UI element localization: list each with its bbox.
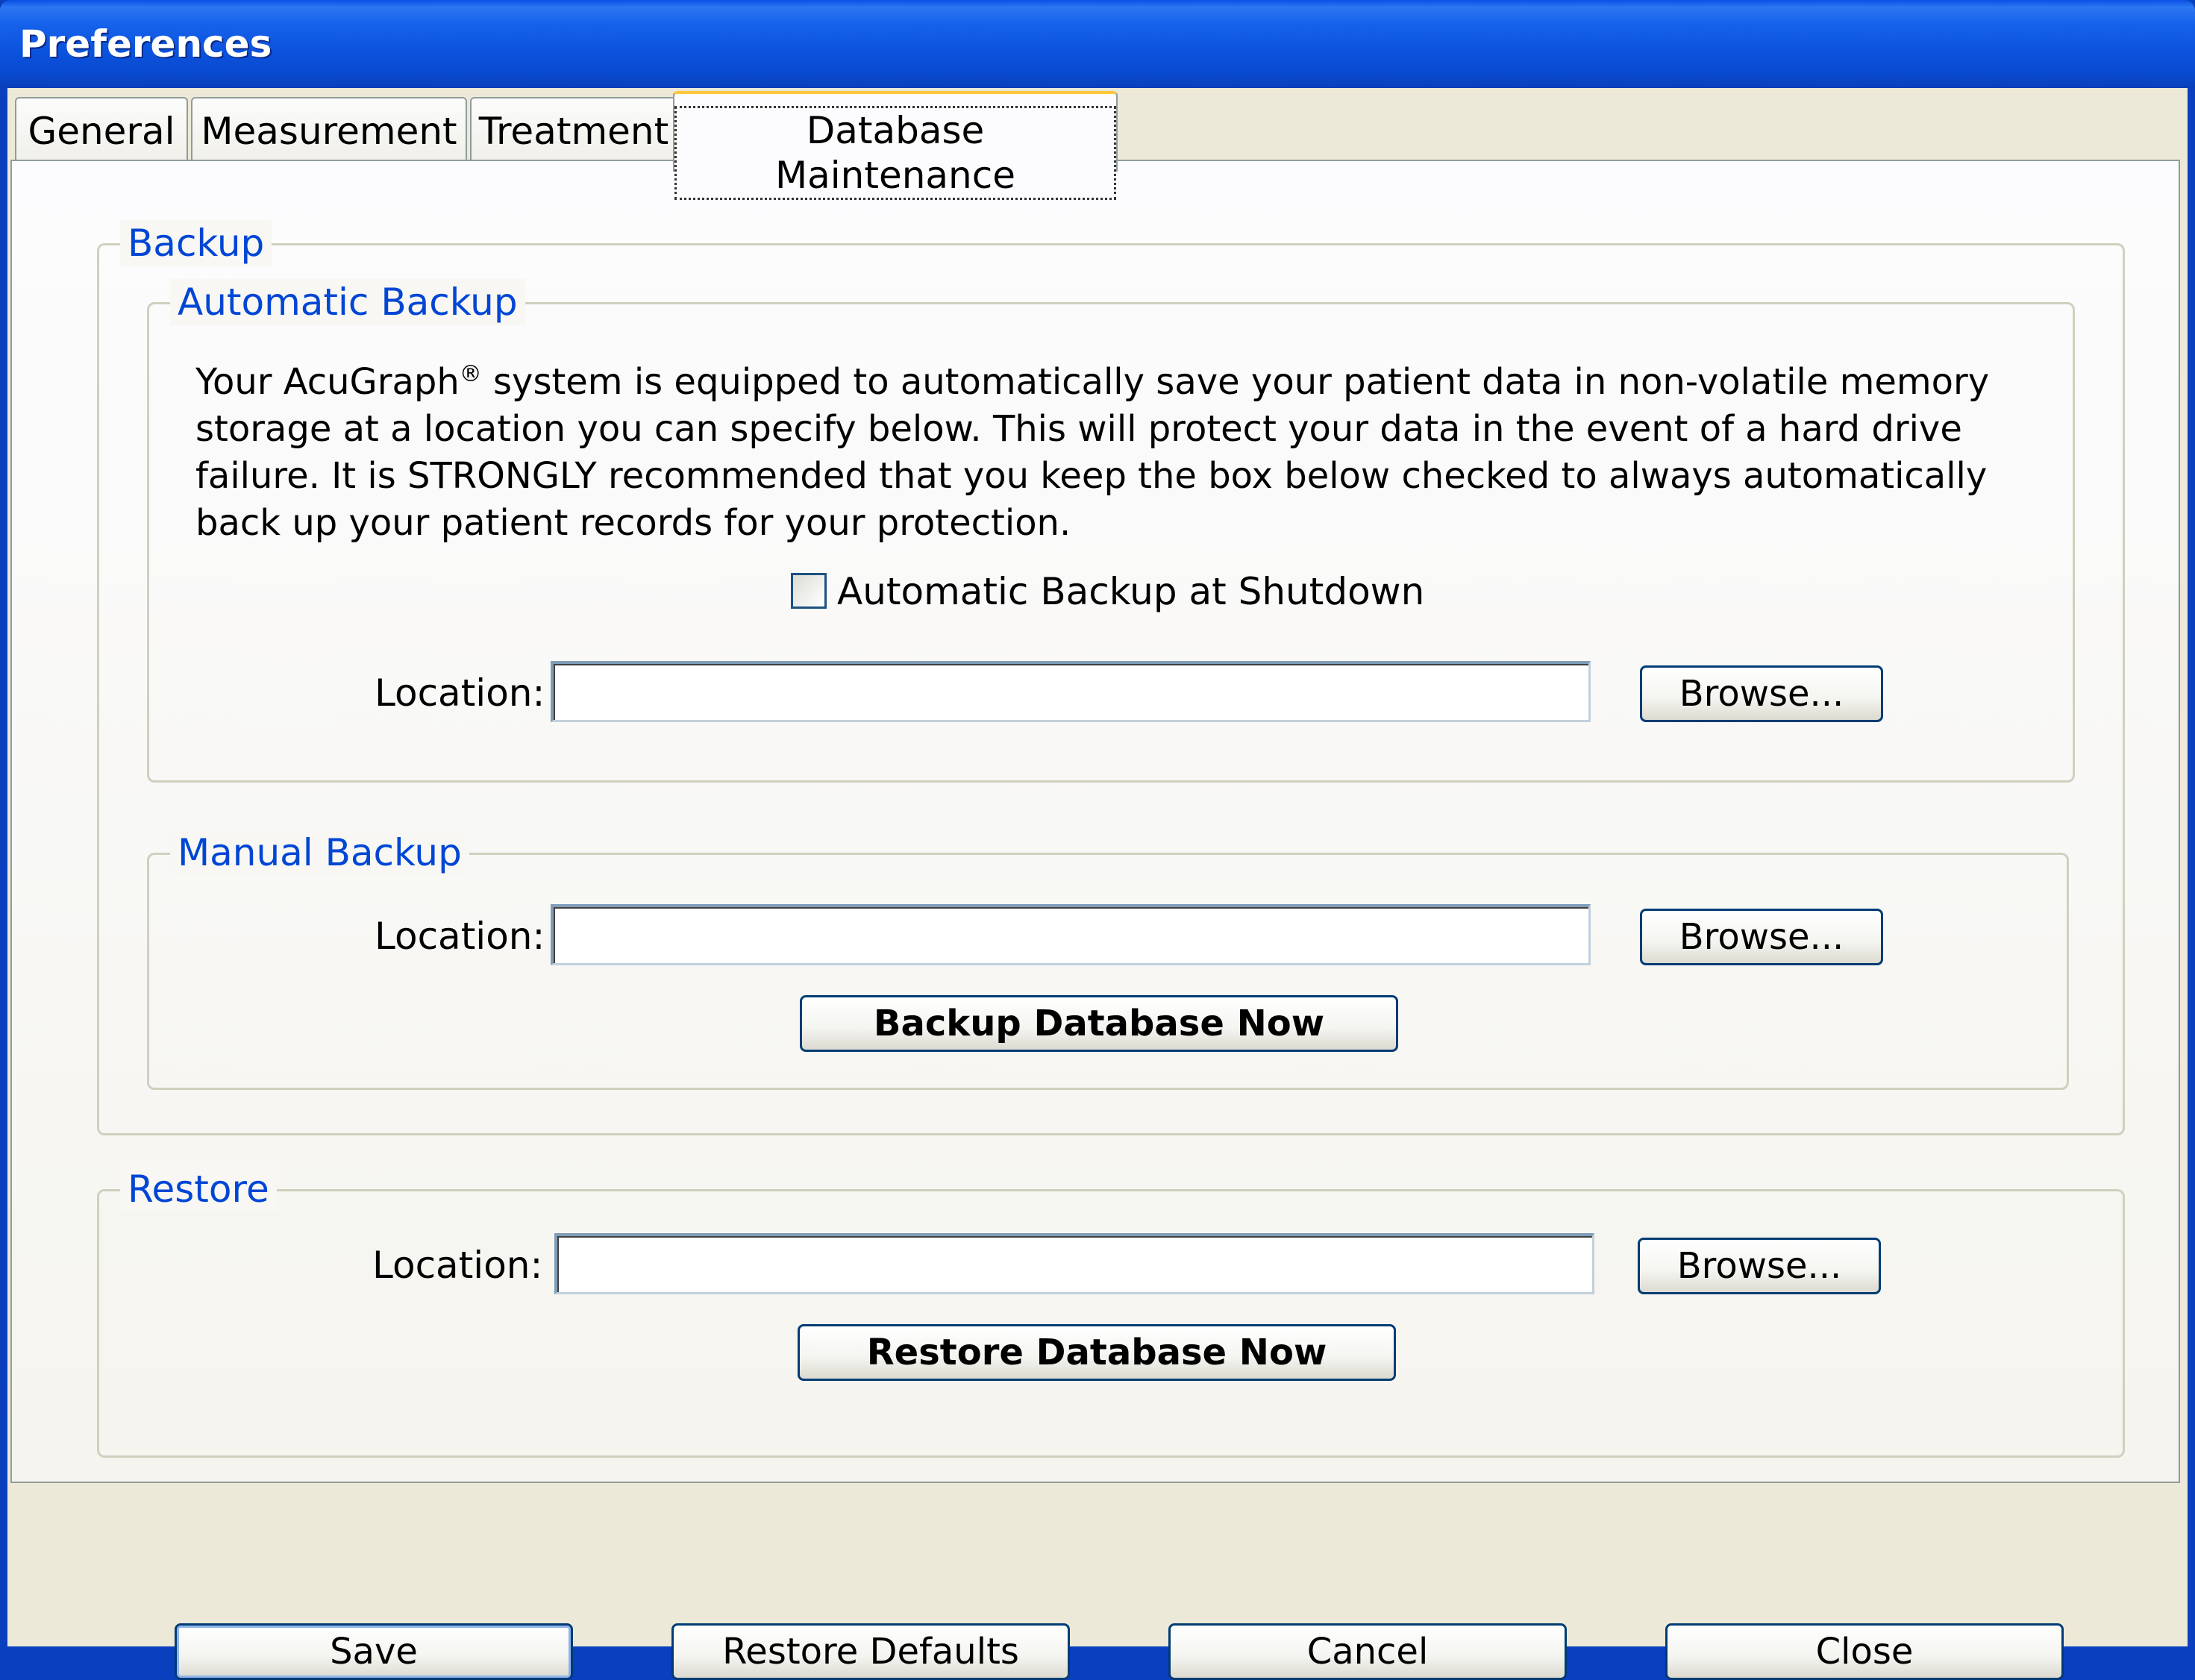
registered-mark: ®: [459, 361, 482, 387]
database-maintenance-panel: Backup Automatic Backup Your AcuGraph® s…: [10, 160, 2180, 1483]
save-button[interactable]: Save: [175, 1623, 573, 1680]
manual-backup-location-input[interactable]: [551, 904, 1591, 965]
manual-backup-group: Manual Backup Location: Browse... Backup…: [147, 830, 2069, 1090]
tab-measurement[interactable]: Measurement: [191, 97, 467, 164]
automatic-backup-title: Automatic Backup: [170, 279, 525, 325]
restore-group-title: Restore: [120, 1166, 277, 1212]
close-button[interactable]: Close: [1665, 1623, 2064, 1680]
restore-defaults-button[interactable]: Restore Defaults: [671, 1623, 1070, 1680]
auto-backup-browse-button[interactable]: Browse...: [1640, 665, 1883, 722]
manual-backup-location-label: Location:: [375, 915, 545, 958]
tab-treatment[interactable]: Treatment: [470, 97, 677, 164]
auto-backup-checkbox[interactable]: [791, 573, 827, 609]
restore-location-input[interactable]: [554, 1233, 1594, 1294]
backup-group: Backup Automatic Backup Your AcuGraph® s…: [97, 220, 2125, 1135]
auto-backup-location-label: Location:: [375, 671, 545, 715]
description-text-start: Your AcuGraph: [195, 361, 460, 403]
tab-measurement-label: Measurement: [201, 110, 457, 153]
tab-general[interactable]: General: [15, 97, 188, 164]
restore-location-label: Location:: [372, 1244, 543, 1287]
tab-database-maintenance-label: Database Maintenance: [674, 106, 1116, 200]
automatic-backup-group: Automatic Backup Your AcuGraph® system i…: [147, 279, 2075, 783]
dialog-body: General Measurement Treatment Database M…: [7, 88, 2188, 1680]
title-bar[interactable]: Preferences: [0, 0, 2195, 88]
tab-general-label: General: [28, 110, 175, 153]
backup-database-now-button[interactable]: Backup Database Now: [800, 995, 1398, 1052]
auto-backup-location-input[interactable]: [551, 661, 1591, 722]
restore-group: Restore Location: Browse... Restore Data…: [97, 1166, 2125, 1458]
preferences-window: Preferences General Measurement Treatmen…: [0, 0, 2195, 1680]
tab-database-maintenance[interactable]: Database Maintenance: [673, 91, 1118, 200]
restore-database-now-button[interactable]: Restore Database Now: [798, 1324, 1396, 1381]
restore-browse-button[interactable]: Browse...: [1638, 1238, 1881, 1294]
manual-backup-browse-button[interactable]: Browse...: [1640, 909, 1883, 965]
dialog-footer: Save Restore Defaults Cancel Close: [7, 1483, 2188, 1680]
cancel-button[interactable]: Cancel: [1168, 1623, 1567, 1680]
tab-treatment-label: Treatment: [478, 110, 669, 153]
description-text-rest: system is equipped to automatically save…: [195, 361, 1990, 544]
auto-backup-checkbox-label: Automatic Backup at Shutdown: [837, 570, 1425, 613]
manual-backup-title: Manual Backup: [170, 830, 469, 876]
backup-group-title: Backup: [120, 220, 272, 266]
automatic-backup-description: Your AcuGraph® system is equipped to aut…: [195, 351, 2016, 547]
window-title: Preferences: [19, 22, 272, 66]
